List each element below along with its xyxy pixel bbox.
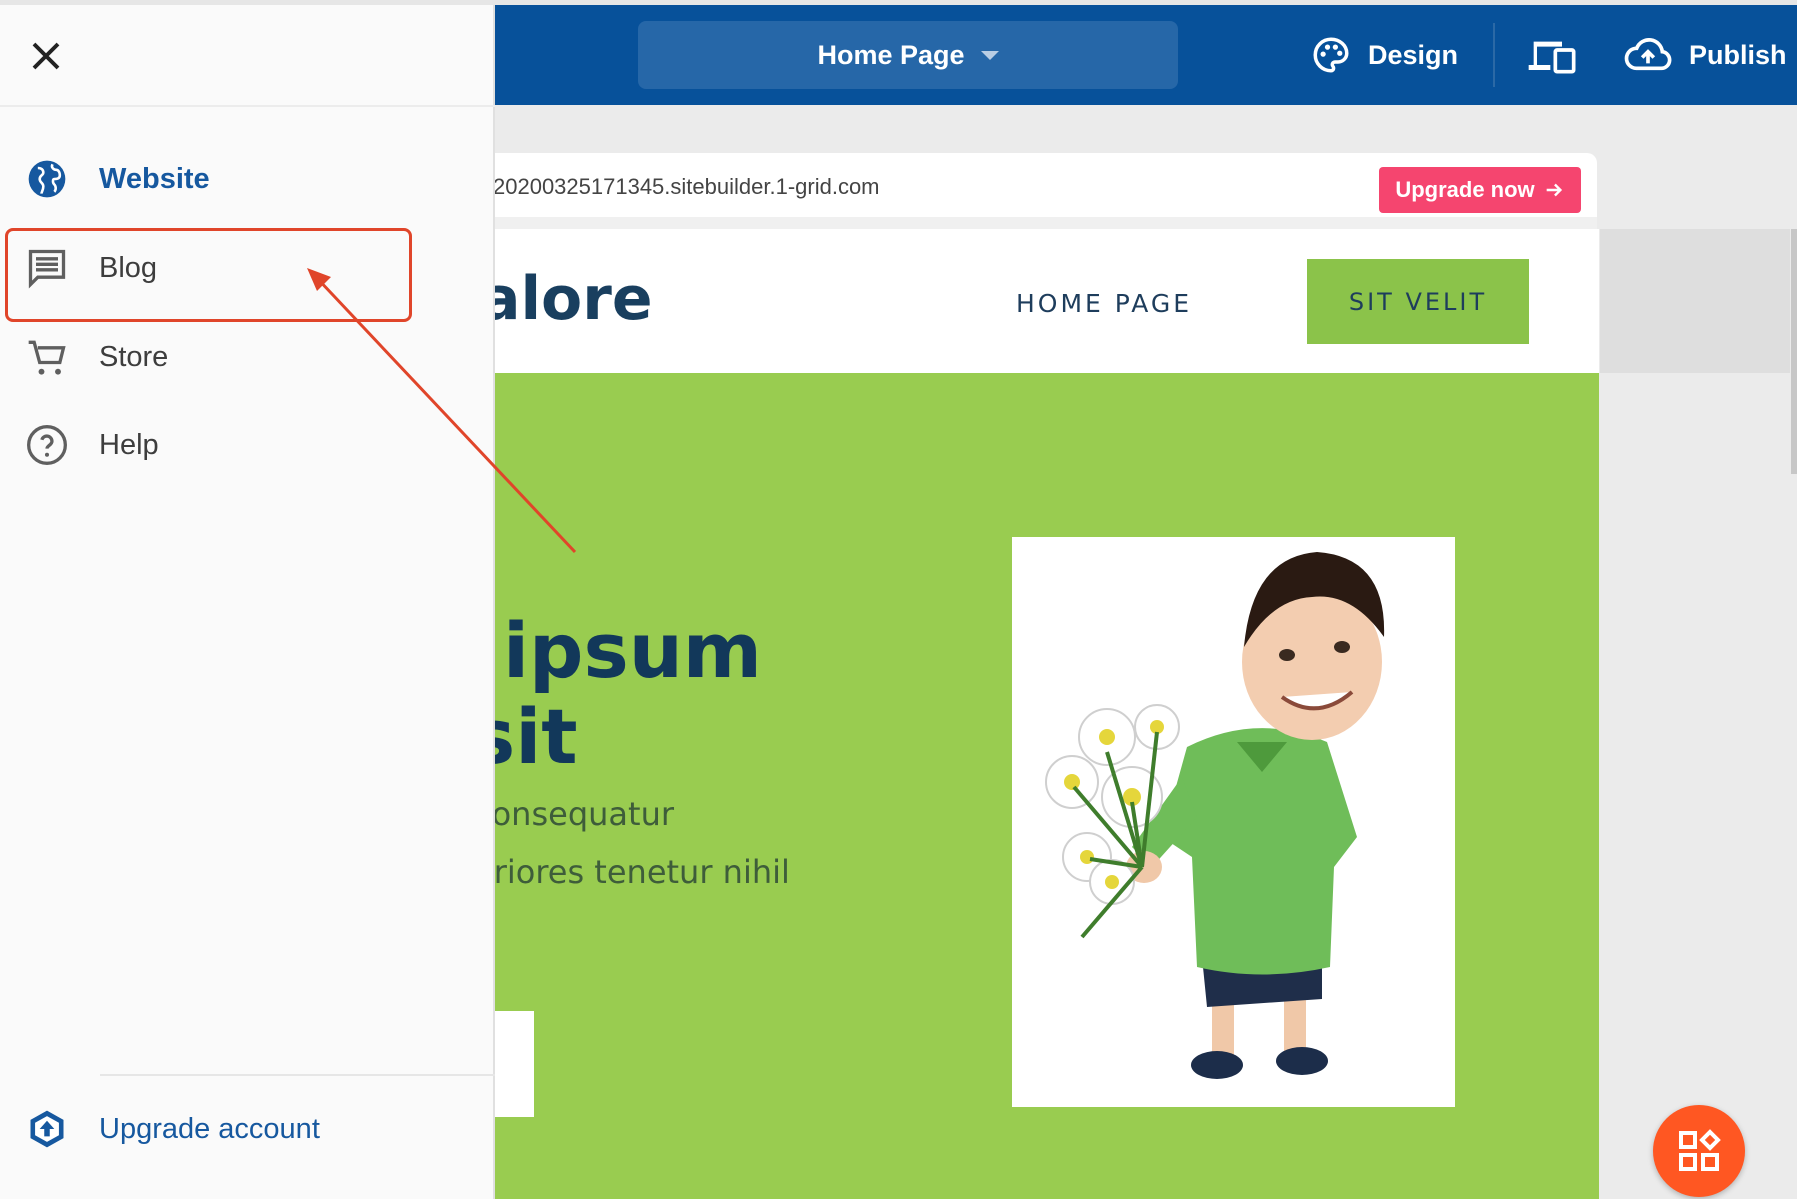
- sidebar-item-label: Help: [99, 428, 159, 461]
- url-bar-separator: [480, 217, 1597, 229]
- upgrade-account-button[interactable]: Upgrade account: [0, 1089, 495, 1169]
- nav-sit-velit-button[interactable]: SIT VELIT: [1307, 259, 1529, 344]
- design-label: Design: [1368, 39, 1459, 70]
- devices-icon: [1528, 41, 1576, 74]
- site-header: alore HOME PAGE SIT VELIT: [480, 229, 1599, 373]
- upgrade-account-label: Upgrade account: [99, 1112, 320, 1145]
- design-button[interactable]: Design: [1310, 5, 1458, 105]
- site-logo[interactable]: alore: [480, 264, 653, 334]
- preview-gutter: [1600, 229, 1790, 373]
- close-icon[interactable]: [28, 38, 64, 74]
- toolbar-divider: [1493, 23, 1495, 87]
- nav-home-page[interactable]: HOME PAGE: [1016, 289, 1192, 318]
- globe-icon: [28, 160, 66, 198]
- hero-heading-line1: ipsum: [503, 606, 762, 695]
- page-selector-label: Home Page: [817, 39, 965, 70]
- sidebar-item-website[interactable]: Website: [0, 139, 495, 219]
- chevron-down-icon: [980, 50, 999, 60]
- main-menu-sidebar: Website Blog Store Help Upgrade account: [0, 5, 495, 1199]
- cloud-upload-icon: [1624, 38, 1672, 71]
- scrollbar[interactable]: [1791, 229, 1797, 474]
- sidebar-header-divider: [0, 105, 495, 107]
- upgrade-now-label: Upgrade now: [1395, 177, 1535, 202]
- device-preview-button[interactable]: [1527, 5, 1577, 105]
- sidebar-item-help[interactable]: Help: [0, 405, 495, 485]
- palette-icon: [1313, 37, 1349, 73]
- widgets-fab-button[interactable]: [1653, 1105, 1745, 1197]
- sidebar-item-store[interactable]: Store: [0, 317, 495, 397]
- hero-heading[interactable]: ipsum sit: [480, 608, 762, 780]
- site-url: 20200325171345.sitebuilder.1-grid.com: [493, 174, 880, 199]
- preview-url-bar: 20200325171345.sitebuilder.1-grid.com Up…: [480, 153, 1597, 217]
- apps-icon: [1679, 1129, 1721, 1171]
- hero-image[interactable]: [1012, 537, 1455, 1107]
- help-circle-icon: [27, 425, 67, 465]
- sidebar-item-label: Store: [99, 340, 169, 373]
- publish-button[interactable]: Publish: [1623, 5, 1787, 105]
- page-selector-dropdown[interactable]: Home Page: [638, 21, 1178, 89]
- hero-section: ipsum sit consequatur eriores tenetur ni…: [480, 373, 1599, 1199]
- annotation-highlight-box: [5, 228, 412, 322]
- publish-label: Publish: [1689, 39, 1787, 70]
- hero-text-line2: eriores tenetur nihil: [480, 853, 790, 891]
- hero-heading-line2: sit: [480, 692, 578, 781]
- cart-icon: [28, 340, 66, 375]
- arrow-right-icon: [1546, 183, 1562, 197]
- upgrade-now-button[interactable]: Upgrade now: [1379, 167, 1581, 213]
- sidebar-bottom-divider: [100, 1074, 495, 1076]
- sidebar-item-label: Website: [99, 162, 210, 195]
- boy-with-flowers-image: [1045, 552, 1385, 1079]
- hero-text-line1: consequatur: [480, 795, 674, 833]
- upgrade-hexagon-icon: [30, 1110, 64, 1148]
